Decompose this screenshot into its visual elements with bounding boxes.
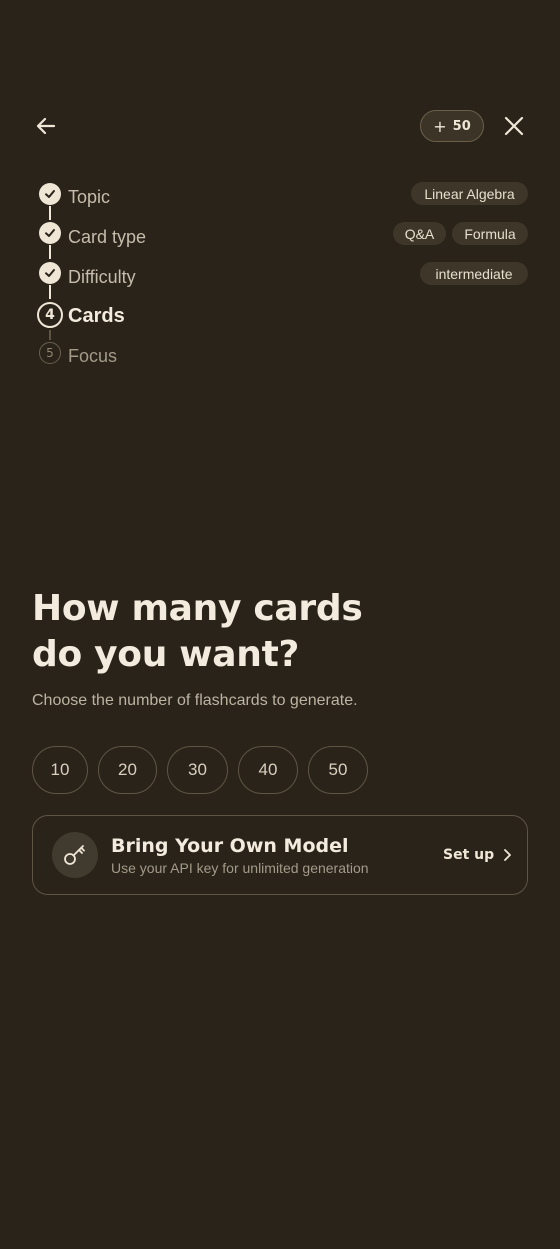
- key-icon: [64, 845, 85, 865]
- card-type-chip-qa: Q&A: [393, 222, 446, 245]
- setup-button-label: Set up: [443, 847, 495, 863]
- check-icon: [45, 190, 55, 198]
- step-connector: [49, 206, 51, 220]
- step-connector: [49, 330, 51, 340]
- topic-chip: Linear Algebra: [411, 182, 528, 205]
- chevron-right-icon: [504, 849, 512, 861]
- card-count-option-10[interactable]: 10: [32, 746, 88, 794]
- difficulty-chip: intermediate: [420, 262, 528, 285]
- step-3-label: Difficulty: [68, 267, 136, 287]
- check-icon: [45, 229, 55, 237]
- step-2-label: Card type: [68, 227, 147, 247]
- step-5-indicator: 5: [39, 342, 61, 364]
- step-1-complete-icon: [39, 183, 61, 205]
- step-connector: [49, 245, 51, 259]
- step-3-complete-icon: [39, 262, 61, 284]
- progress-stepper: Topic Linear Algebra Card type Q&A Formu…: [0, 0, 560, 380]
- byom-title: Bring Your Own Model: [111, 835, 349, 857]
- page-title: How many cards do you want?: [32, 586, 512, 678]
- step-5-label: Focus: [68, 346, 118, 366]
- step-1-label: Topic: [68, 187, 111, 207]
- card-count-option-40[interactable]: 40: [238, 746, 298, 794]
- byom-card[interactable]: Bring Your Own Model Use your API key fo…: [32, 815, 528, 895]
- step-4-current-indicator: 4: [37, 302, 63, 328]
- step-connector: [49, 285, 51, 299]
- setup-button[interactable]: Set up: [443, 844, 512, 866]
- check-icon: [45, 269, 55, 277]
- card-count-option-50[interactable]: 50: [308, 746, 368, 794]
- card-type-chip-formula: Formula: [452, 222, 528, 245]
- byom-subtitle: Use your API key for unlimited generatio…: [111, 860, 369, 876]
- step-2-complete-icon: [39, 222, 61, 244]
- page-title-line-1: How many cards: [32, 588, 363, 629]
- card-count-option-20[interactable]: 20: [98, 746, 157, 794]
- step-4-label: Cards: [68, 305, 125, 327]
- card-count-option-30[interactable]: 30: [167, 746, 228, 794]
- key-icon-container: [52, 832, 98, 878]
- page-title-line-2: do you want?: [32, 634, 300, 675]
- page-subtitle: Choose the number of flashcards to gener…: [32, 692, 358, 709]
